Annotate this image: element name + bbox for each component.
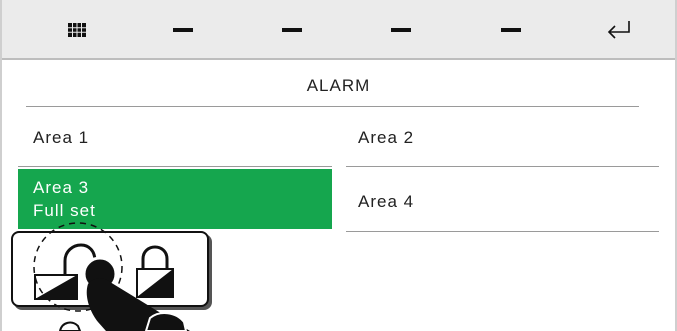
- area-1-button[interactable]: Area 1: [33, 128, 89, 148]
- keypad-icon: [68, 23, 86, 37]
- toolbar-button-4[interactable]: [361, 0, 441, 60]
- divider: [346, 231, 659, 232]
- frame-border: [0, 0, 2, 331]
- area-4-button[interactable]: Area 4: [358, 192, 414, 212]
- top-toolbar: [0, 0, 677, 60]
- area-3-button[interactable]: Area 3 Full set: [18, 169, 332, 229]
- enter-button[interactable]: [579, 0, 659, 60]
- divider: [26, 106, 639, 107]
- unlock-icon[interactable]: [31, 243, 99, 301]
- enter-icon: [607, 21, 630, 39]
- toolbar-button-2[interactable]: [143, 0, 223, 60]
- divider: [18, 166, 332, 167]
- dash-icon: [282, 28, 302, 32]
- toolbar-button-5[interactable]: [471, 0, 551, 60]
- arm-mode-popup: [11, 231, 209, 307]
- toolbar-button-3[interactable]: [252, 0, 332, 60]
- keypad-button[interactable]: [37, 0, 117, 60]
- lock-icon[interactable]: [133, 245, 177, 299]
- dash-icon: [391, 28, 411, 32]
- area-3-status: Full set: [33, 201, 96, 220]
- dash-icon: [173, 28, 193, 32]
- area-3-label: Area 3: [33, 178, 90, 197]
- area-2-button[interactable]: Area 2: [358, 128, 414, 148]
- page-title: ALARM: [306, 76, 371, 95]
- divider: [346, 166, 659, 167]
- dash-icon: [501, 28, 521, 32]
- alarm-screen: ALARM Area 1 Area 2 Area 3 Full set Area…: [0, 0, 677, 331]
